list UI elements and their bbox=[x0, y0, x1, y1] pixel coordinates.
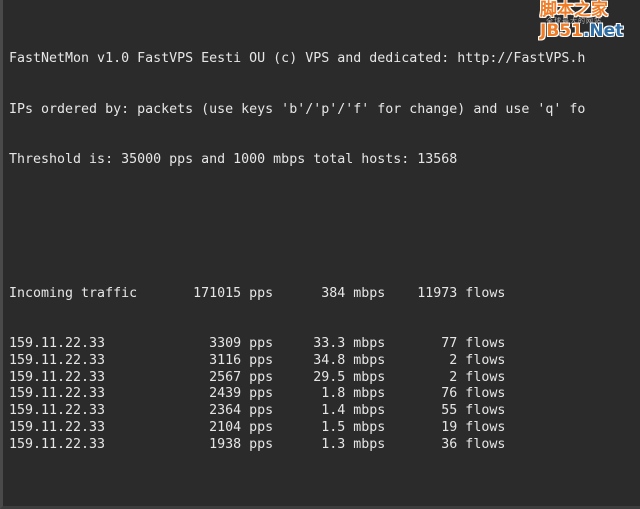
incoming-traffic-summary: Incoming traffic 171015 pps 384 mbps 119… bbox=[9, 286, 585, 303]
spacer bbox=[9, 504, 585, 509]
header-line-2: IPs ordered by: packets (use keys 'b'/'p… bbox=[9, 102, 585, 119]
traffic-row: 159.11.22.33 2439 pps 1.8 mbps 76 flows bbox=[9, 386, 585, 403]
spacer bbox=[9, 219, 585, 236]
traffic-row: 159.11.22.33 2567 pps 29.5 mbps 2 flows bbox=[9, 370, 585, 387]
traffic-row: 159.11.22.33 1938 pps 1.3 mbps 36 flows bbox=[9, 437, 585, 454]
traffic-row: 159.11.22.33 3116 pps 34.8 mbps 2 flows bbox=[9, 353, 585, 370]
watermark-brand-suffix: .Net bbox=[583, 21, 623, 41]
incoming-traffic-rows: 159.11.22.33 3309 pps 33.3 mbps 77 flows… bbox=[9, 336, 585, 453]
traffic-row: 159.11.22.33 2104 pps 1.5 mbps 19 flows bbox=[9, 420, 585, 437]
traffic-row: 159.11.22.33 2364 pps 1.4 mbps 55 flows bbox=[9, 403, 585, 420]
traffic-row: 159.11.22.33 3309 pps 33.3 mbps 77 flows bbox=[9, 336, 585, 353]
terminal-window[interactable]: FastNetMon v1.0 FastVPS Eesti OU (c) VPS… bbox=[0, 0, 640, 509]
header-line-1: FastNetMon v1.0 FastVPS Eesti OU (c) VPS… bbox=[9, 51, 585, 68]
terminal-screen: FastNetMon v1.0 FastVPS Eesti OU (c) VPS… bbox=[3, 0, 585, 509]
header-line-3: Threshold is: 35000 pps and 1000 mbps to… bbox=[9, 152, 585, 169]
